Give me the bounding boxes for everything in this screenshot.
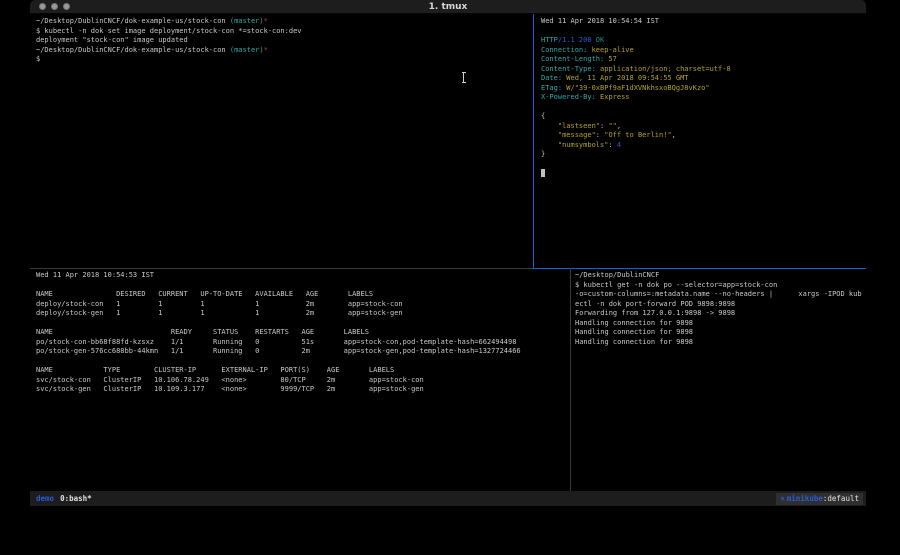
terminal-line: $ kubectl -n dok set image deployment/st… [36,27,532,37]
terminal-window: 1. tmux ~/Desktop/DublinCNCF/dok-example… [30,0,866,507]
terminal-line: Wed 11 Apr 2018 10:54:54 IST [541,17,866,27]
terminal-line: ETag: W/"39-0xBPf9aF1dXVNkhsxoBQgJ8vKzo" [541,84,866,94]
window-indicator[interactable]: 0:bash* [60,494,92,503]
pane-bottom-left-kubectl-watch[interactable]: Wed 11 Apr 2018 10:54:53 IST NAME DESIRE… [36,271,569,489]
pane-top-left-shell[interactable]: ~/Desktop/DublinCNCF/dok-example-us/stoc… [36,17,532,267]
terminal-line [541,169,866,179]
close-button[interactable] [39,3,46,10]
minimize-button[interactable] [51,3,58,10]
pane-divider-horizontal-right-active[interactable] [533,268,866,269]
terminal-line: deploy/stock-gen 1 1 1 1 2m app=stock-ge… [36,309,569,319]
traffic-lights [39,3,70,10]
pane-bottom-right-port-forward[interactable]: ~/Desktop/DublinCNCF$ kubectl get -n dok… [575,271,866,489]
tmux-status-bar: demo 0:bash* ⎈minikube:default [30,491,866,506]
pane-divider-vertical-top[interactable] [533,14,534,268]
kube-namespace: :default [823,494,859,503]
terminal-line: HTTP/1.1 200 OK [541,36,866,46]
terminal-line: Forwarding from 127.0.0.1:9898 -> 9898 [575,309,866,319]
kube-status: ⎈minikube:default [776,493,863,505]
kube-context: minikube [787,494,823,503]
pane-top-right-http-response[interactable]: Wed 11 Apr 2018 10:54:54 IST HTTP/1.1 20… [541,17,866,267]
terminal-line: ~/Desktop/DublinCNCF [575,271,866,281]
terminal-line: Wed 11 Apr 2018 10:54:53 IST [36,271,569,281]
pane-divider-vertical-bottom[interactable] [570,268,571,491]
terminal-line [541,27,866,37]
window-title: 1. tmux [30,0,866,14]
terminal-line: $ kubectl get -n dok po --selector=app=s… [575,281,866,291]
terminal-line: { [541,112,866,122]
terminal-line: NAME READY STATUS RESTARTS AGE LABELS [36,328,569,338]
terminal-line [36,357,569,367]
terminal-line: X-Powered-By: Express [541,93,866,103]
terminal-line: Date: Wed, 11 Apr 2018 09:54:55 GMT [541,74,866,84]
terminal-line: po/stock-con-bb68f88fd-kzsxz 1/1 Running… [36,338,569,348]
terminal-line: Connection: keep-alive [541,46,866,56]
terminal-line: $ [36,55,532,65]
session-name: demo [36,494,54,503]
terminal-line [541,160,866,170]
terminal-line: Content-Length: 57 [541,55,866,65]
zoom-button[interactable] [63,3,70,10]
terminal-line [541,103,866,113]
terminal-line: NAME TYPE CLUSTER-IP EXTERNAL-IP PORT(S)… [36,366,569,376]
terminal-line [36,281,569,291]
terminal-line [36,319,569,329]
terminal-line: NAME DESIRED CURRENT UP-TO-DATE AVAILABL… [36,290,569,300]
terminal-line: deployment "stock-con" image updated [36,36,532,46]
terminal-line: Handling connection for 9898 [575,338,866,348]
terminal-line: } [541,150,866,160]
terminal-line: -o=custom-columns=:metadata.name --no-he… [575,290,866,300]
title-bar[interactable]: 1. tmux [30,0,866,14]
terminal-line: "numsymbols": 4 [541,141,866,151]
terminal-line: ~/Desktop/DublinCNCF/dok-example-us/stoc… [36,17,532,27]
terminal-line: Handling connection for 9898 [575,328,866,338]
terminal-line: svc/stock-con ClusterIP 10.106.78.249 <n… [36,376,569,386]
terminal-line: "message": "Off to Berlin!", [541,131,866,141]
terminal-line: ectl -n dok port-forward POD 9898:9898 [575,300,866,310]
terminal-line: deploy/stock-con 1 1 1 1 2m app=stock-co… [36,300,569,310]
terminal-line: Content-Type: application/json; charset=… [541,65,866,75]
terminal-line: ~/Desktop/DublinCNCF/dok-example-us/stoc… [36,46,532,56]
terminal-line: svc/stock-gen ClusterIP 10.109.3.177 <no… [36,385,569,395]
terminal-line: "lastseen": "", [541,122,866,132]
pane-divider-horizontal-left[interactable] [30,268,533,269]
terminal-line: Handling connection for 9898 [575,319,866,329]
kubernetes-helm-icon: ⎈ [780,494,785,503]
terminal-line: po/stock-gen-576cc688bb-44kmn 1/1 Runnin… [36,347,569,357]
mouse-ibeam-cursor [460,72,467,83]
